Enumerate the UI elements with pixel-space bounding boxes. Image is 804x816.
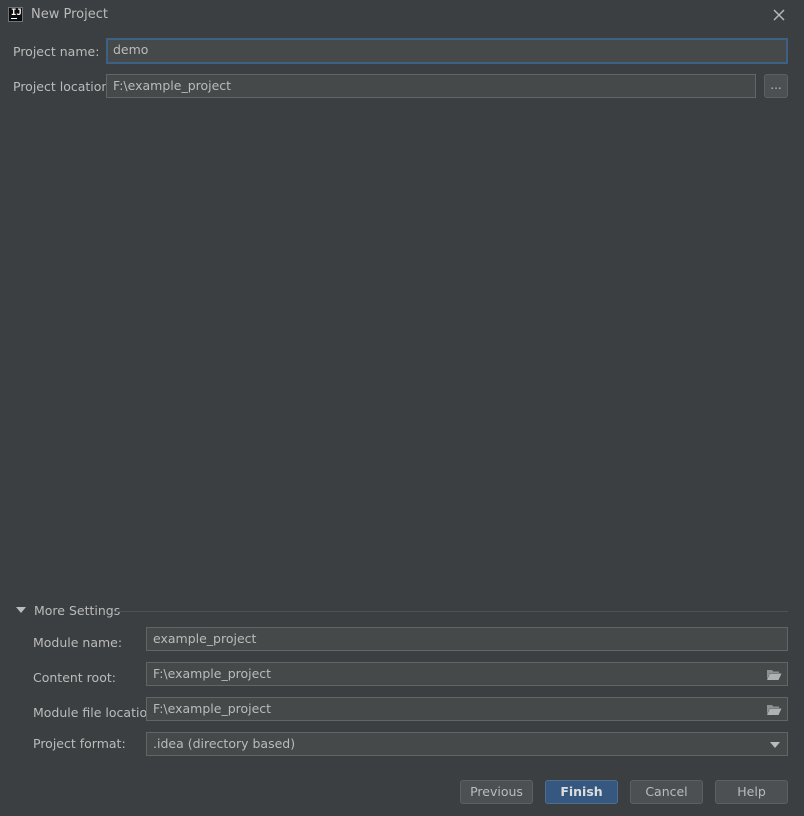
module-file-location-label: Module file location:: [33, 705, 160, 720]
finish-button[interactable]: Finish: [545, 780, 618, 804]
cancel-button-label: Cancel: [645, 784, 688, 799]
module-file-location-value: F:\example_project: [153, 701, 272, 716]
window-title: New Project: [31, 7, 108, 22]
project-location-input[interactable]: F:\example_project: [106, 74, 756, 98]
intellij-idea-icon: IJ: [8, 7, 23, 22]
close-icon[interactable]: [770, 6, 788, 24]
triangle-down-icon: [16, 607, 26, 613]
project-location-label: Project location:: [13, 79, 114, 94]
title-bar: IJ New Project: [0, 0, 804, 30]
more-settings-title: More Settings: [34, 603, 121, 618]
cancel-button[interactable]: Cancel: [630, 780, 703, 804]
content-root-label: Content root:: [33, 670, 116, 685]
project-name-label: Project name:: [13, 44, 100, 59]
content-root-value: F:\example_project: [153, 666, 272, 681]
module-name-label: Module name:: [33, 635, 123, 650]
finish-button-label: Finish: [560, 784, 603, 799]
module-name-input[interactable]: example_project: [146, 627, 788, 651]
module-name-value: example_project: [153, 631, 257, 646]
project-name-value: demo: [113, 42, 149, 57]
section-separator: [116, 611, 788, 612]
folder-open-icon[interactable]: [766, 668, 782, 681]
help-button-label: Help: [737, 784, 766, 799]
folder-open-icon[interactable]: [766, 703, 782, 716]
previous-button-label: Previous: [470, 784, 523, 799]
content-root-input[interactable]: F:\example_project: [146, 662, 788, 686]
project-format-value: .idea (directory based): [153, 736, 296, 751]
project-location-value: F:\example_project: [113, 78, 232, 93]
help-button[interactable]: Help: [715, 780, 788, 804]
previous-button[interactable]: Previous: [460, 780, 533, 804]
browse-location-button[interactable]: ...: [764, 74, 788, 98]
module-file-location-input[interactable]: F:\example_project: [146, 697, 788, 721]
chevron-down-icon: [770, 742, 780, 748]
project-name-input[interactable]: demo: [106, 38, 788, 64]
project-format-label: Project format:: [33, 736, 126, 751]
project-format-select[interactable]: .idea (directory based): [146, 732, 788, 756]
